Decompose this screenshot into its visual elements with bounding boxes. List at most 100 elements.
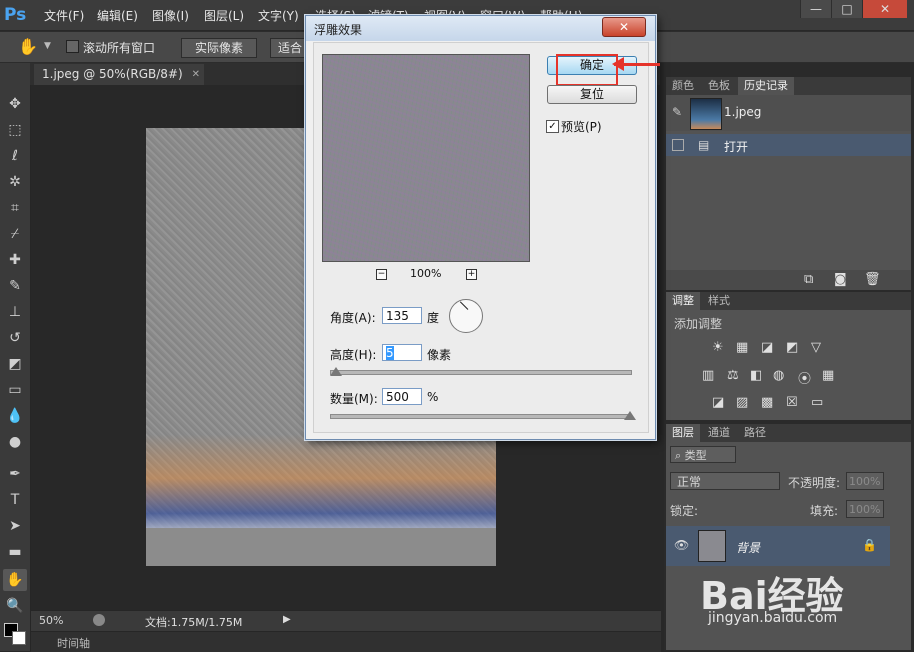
invert-icon[interactable]: ◪ [712, 395, 724, 410]
brightness-icon[interactable]: ☀ [712, 340, 724, 355]
new-document-from-state-icon[interactable]: ⧉ [804, 272, 813, 287]
zoom-level[interactable]: 50% [39, 614, 63, 627]
layer-filter-dropdown[interactable]: ⌕ 类型 [670, 446, 736, 463]
eye-icon[interactable]: 👁 [674, 538, 689, 552]
preview-checkbox[interactable]: ✓ [546, 120, 559, 133]
dialog-titlebar[interactable]: 浮雕效果 ✕ [306, 16, 655, 41]
blend-mode-dropdown[interactable]: 正常 [670, 472, 780, 490]
menu-edit[interactable]: 编辑(E) [97, 7, 138, 24]
brush-tool-icon[interactable]: ✎ [3, 275, 27, 297]
history-item[interactable]: ▤ 打开 [666, 134, 911, 156]
history-item-checkbox[interactable] [672, 139, 684, 151]
history-brush-source-icon[interactable]: ✎ [672, 105, 682, 119]
hand-tool-icon[interactable]: ✋ [3, 569, 27, 591]
minimize-icon[interactable]: — [800, 0, 831, 18]
lasso-tool-icon[interactable]: ℓ [3, 145, 27, 167]
pen-tool-icon[interactable]: ✒ [3, 463, 27, 485]
vibrance-icon[interactable]: ▽ [811, 340, 821, 355]
tab-swatches[interactable]: 色板 [702, 77, 736, 95]
path-selection-icon[interactable]: ➤ [3, 515, 27, 537]
add-adjustment-title: 添加调整 [674, 317, 723, 331]
filter-preview[interactable] [322, 54, 530, 262]
photo-filter-icon[interactable]: ◍ [773, 368, 784, 383]
marquee-tool-icon[interactable]: ⬚ [3, 119, 27, 141]
menu-file[interactable]: 文件(F) [44, 7, 84, 24]
layers-panel-tabs: 图层 通道 路径 [666, 424, 911, 442]
exposure-icon[interactable]: ◩ [786, 340, 798, 355]
posterize-icon[interactable]: ▨ [736, 395, 748, 410]
adjustments-panel-tabs: 调整 样式 [666, 292, 911, 310]
menu-layer[interactable]: 图层(L) [204, 7, 244, 24]
status-bar: 50% 文档:1.75M/1.75M ▶ [31, 610, 661, 631]
tab-history[interactable]: 历史记录 [738, 77, 794, 95]
black-white-icon[interactable]: ◧ [750, 368, 762, 383]
height-label: 高度(H): [330, 348, 377, 362]
close-tab-icon[interactable]: ✕ [192, 64, 200, 85]
amount-slider-track[interactable] [330, 414, 632, 419]
threshold-icon[interactable]: ▩ [761, 395, 773, 410]
tab-styles[interactable]: 样式 [702, 292, 736, 310]
fill-input[interactable]: 100% [846, 500, 884, 518]
zoom-out-icon[interactable]: − [376, 269, 387, 280]
angle-dial[interactable] [449, 299, 483, 333]
levels-icon[interactable]: ▦ [736, 340, 748, 355]
camera-icon[interactable]: ◙ [834, 272, 847, 287]
zoom-tool-icon[interactable]: 🔍 [3, 595, 27, 617]
dialog-close-button[interactable]: ✕ [602, 17, 646, 37]
maximize-icon[interactable]: □ [831, 0, 862, 18]
gradient-tool-icon[interactable]: ▭ [3, 379, 27, 401]
type-tool-icon[interactable]: T [3, 489, 27, 511]
lock-label: 锁定: [670, 504, 699, 518]
magic-wand-icon[interactable]: ✲ [3, 171, 27, 193]
blur-tool-icon[interactable]: 💧 [3, 405, 27, 427]
timeline-label[interactable]: 时间轴 [57, 635, 90, 651]
menu-type[interactable]: 文字(Y) [258, 7, 299, 24]
dodge-tool-icon[interactable]: ● [3, 431, 27, 453]
eyedropper-tool-icon[interactable]: ⌿ [3, 223, 27, 245]
document-tab[interactable]: 1.jpeg @ 50%(RGB/8#) ✕ [34, 64, 204, 85]
tab-layers[interactable]: 图层 [666, 424, 700, 442]
opacity-input[interactable]: 100% [846, 472, 884, 490]
layer-row[interactable]: 👁 背景 🔒 [666, 526, 890, 566]
color-balance-icon[interactable]: ⚖ [727, 368, 739, 383]
amount-input[interactable]: 500 [382, 388, 422, 405]
status-menu-arrow-icon[interactable]: ▶ [283, 614, 291, 625]
amount-label: 数量(M): [330, 392, 378, 406]
actual-pixels-button[interactable]: 实际像素 [181, 38, 257, 58]
history-brush-icon[interactable]: ↺ [3, 327, 27, 349]
color-lookup-icon[interactable]: ▦ [822, 368, 834, 383]
move-tool-icon[interactable]: ✥ [3, 93, 27, 115]
eraser-tool-icon[interactable]: ◩ [3, 353, 27, 375]
selective-color-icon[interactable]: ☒ [786, 395, 798, 410]
hue-saturation-icon[interactable]: ▥ [702, 368, 714, 383]
healing-brush-icon[interactable]: ✚ [3, 249, 27, 271]
curves-icon[interactable]: ◪ [761, 340, 773, 355]
reset-button[interactable]: 复位 [547, 85, 637, 104]
crop-tool-icon[interactable]: ⌗ [3, 197, 27, 219]
tab-color[interactable]: 颜色 [666, 77, 700, 95]
height-input[interactable]: 5 [382, 344, 422, 361]
tab-channels[interactable]: 通道 [702, 424, 736, 442]
tab-paths[interactable]: 路径 [738, 424, 772, 442]
fill-label: 填充: [810, 504, 839, 518]
zoom-in-icon[interactable]: + [466, 269, 477, 280]
layer-thumbnail [698, 530, 726, 562]
status-info-icon[interactable] [93, 614, 105, 626]
height-slider-track[interactable] [330, 370, 632, 375]
tool-preset-dropdown-icon[interactable]: ▼ [44, 41, 51, 51]
height-slider-thumb[interactable] [330, 367, 342, 376]
tab-adjustments[interactable]: 调整 [666, 292, 700, 310]
channel-mixer-icon[interactable]: ⦿ [798, 368, 811, 387]
fit-screen-button[interactable]: 适合 [270, 38, 310, 58]
angle-input[interactable]: 135 [382, 307, 422, 324]
clone-stamp-icon[interactable]: ⊥ [3, 301, 27, 323]
amount-slider-thumb[interactable] [624, 411, 636, 420]
background-color-swatch[interactable] [12, 631, 26, 645]
scroll-all-windows-checkbox[interactable] [66, 40, 79, 53]
gradient-map-icon[interactable]: ▭ [811, 395, 823, 410]
close-window-icon[interactable]: ✕ [862, 0, 907, 18]
trash-icon[interactable]: 🗑 [864, 272, 881, 287]
menu-image[interactable]: 图像(I) [152, 7, 189, 24]
shape-tool-icon[interactable]: ▬ [3, 541, 27, 563]
history-snapshot-row[interactable]: ✎ 1.jpeg [666, 95, 911, 131]
